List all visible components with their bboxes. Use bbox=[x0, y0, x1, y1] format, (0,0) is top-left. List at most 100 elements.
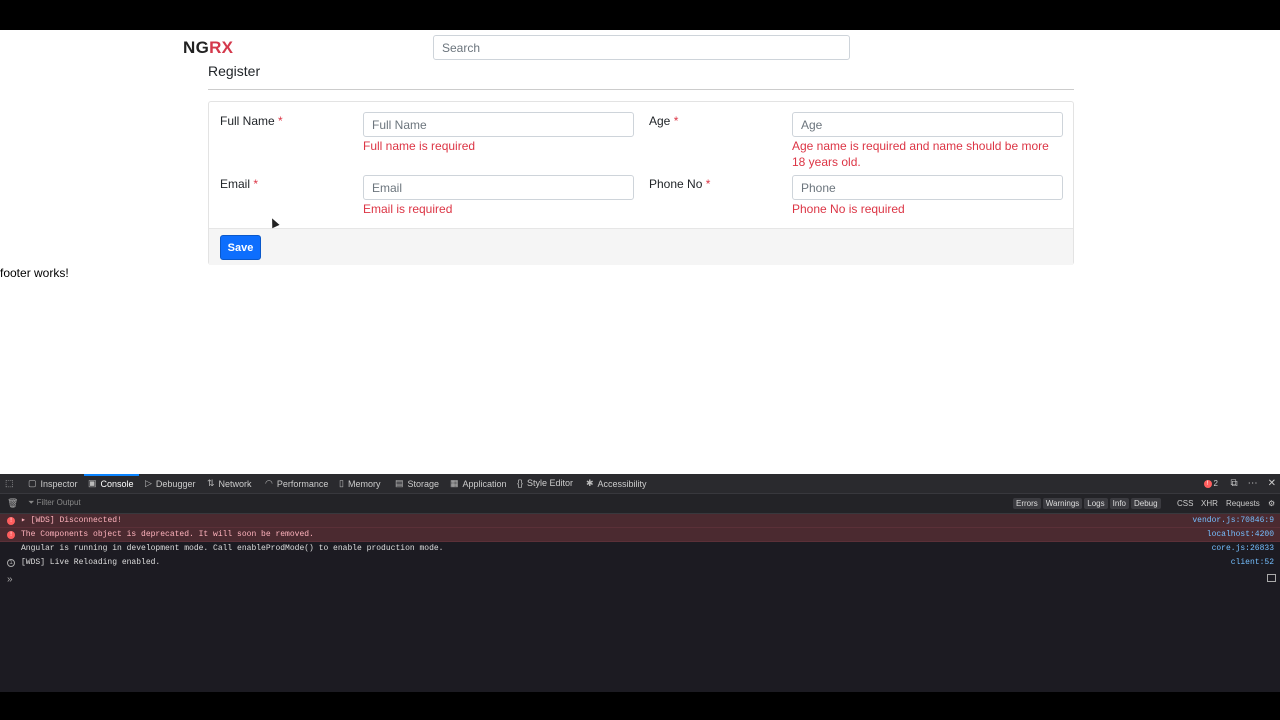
filter-css-button[interactable]: CSS bbox=[1177, 499, 1193, 508]
tab-label: Storage bbox=[407, 478, 440, 489]
email-label-text: Email bbox=[220, 177, 251, 191]
inspector-icon: ▢ bbox=[28, 478, 37, 488]
log-message: [WDS] Live Reloading enabled. bbox=[21, 558, 161, 567]
age-error: Age name is required and name should be … bbox=[792, 139, 1049, 169]
error-count: 2 bbox=[1213, 479, 1218, 488]
email-input[interactable] bbox=[363, 175, 634, 200]
page-title: Register bbox=[208, 63, 261, 79]
funnel-icon: ⏷ bbox=[28, 498, 35, 507]
expand-arrow-icon[interactable]: ▸ bbox=[21, 516, 26, 525]
tab-inspector[interactable]: ▢ Inspector bbox=[28, 478, 78, 489]
console-filter-bar: 🗑 ⏷ Filter Output Errors Warnings Logs I… bbox=[0, 494, 1280, 514]
debugger-icon: ▷ bbox=[145, 478, 152, 488]
tab-performance[interactable]: ◠ Performance bbox=[265, 478, 328, 489]
element-picker-icon[interactable]: ⬚ bbox=[5, 478, 14, 489]
memory-icon: ▯ bbox=[339, 478, 344, 488]
filter-warnings-button[interactable]: Warnings bbox=[1042, 498, 1083, 509]
tab-application[interactable]: ▦ Application bbox=[450, 478, 507, 489]
tab-network[interactable]: ⇅ Network bbox=[207, 478, 252, 489]
style-editor-icon: {} bbox=[517, 478, 524, 488]
filter-logs-button[interactable]: Logs bbox=[1084, 498, 1108, 509]
console-prompt-icon[interactable]: » bbox=[7, 574, 13, 585]
settings-gear-icon[interactable]: ⚙ bbox=[1268, 499, 1275, 508]
split-console-icon[interactable] bbox=[1267, 574, 1276, 582]
tab-label: Performance bbox=[276, 478, 329, 489]
console-log-row[interactable]: Angular is running in development mode. … bbox=[0, 542, 1280, 556]
brand-logo-rx: RX bbox=[209, 38, 234, 57]
info-icon: i bbox=[7, 559, 15, 567]
email-label: Email * bbox=[220, 177, 258, 191]
full-name-input[interactable] bbox=[363, 112, 634, 137]
tab-console[interactable]: ▣ Console bbox=[88, 478, 134, 489]
required-mark: * bbox=[253, 177, 259, 191]
log-message: The Components object is deprecated. It … bbox=[21, 530, 314, 539]
filter-debug-button[interactable]: Debug bbox=[1130, 498, 1161, 509]
window-bottom-bar bbox=[0, 692, 1280, 720]
filter-xhr-button[interactable]: XHR bbox=[1201, 499, 1218, 508]
age-label-text: Age bbox=[649, 114, 671, 128]
error-icon: ! bbox=[7, 531, 15, 539]
tab-label: Accessibility bbox=[597, 478, 647, 489]
filter-errors-button[interactable]: Errors bbox=[1013, 498, 1041, 509]
performance-icon: ◠ bbox=[265, 478, 273, 488]
email-error: Email is required bbox=[363, 202, 453, 216]
tab-label: Console bbox=[100, 478, 134, 489]
error-icon: ! bbox=[1203, 479, 1212, 488]
filter-placeholder: Filter Output bbox=[36, 498, 81, 507]
full-name-error: Full name is required bbox=[363, 139, 476, 153]
log-source-link[interactable]: localhost:4200 bbox=[1207, 528, 1274, 542]
web-page: NGRX Register Full Name * Full name is r… bbox=[0, 30, 1280, 474]
tab-style-editor[interactable]: {} Style Editor bbox=[517, 478, 573, 488]
log-source-link[interactable]: client:52 bbox=[1231, 556, 1274, 570]
devtools-window-controls: ⧉ ⋯ ✕ bbox=[1230, 478, 1276, 489]
dock-icon[interactable]: ⧉ bbox=[1230, 478, 1237, 489]
close-icon[interactable]: ✕ bbox=[1268, 478, 1276, 489]
footer-text: footer works! bbox=[0, 266, 69, 280]
devtools-panel: ⬚ ▢ Inspector ▣ Console ▷ Debugger ⇅ Network… bbox=[0, 474, 1280, 692]
devtools-tab-bar: ⬚ ▢ Inspector ▣ Console ▷ Debugger ⇅ Network… bbox=[0, 474, 1280, 494]
log-message: [WDS] Disconnected! bbox=[30, 516, 122, 525]
brand-logo[interactable]: NGRX bbox=[183, 38, 233, 58]
accessibility-icon: ✱ bbox=[586, 478, 594, 488]
register-form-card: Full Name * Full name is required Age * … bbox=[208, 101, 1074, 265]
brand-logo-ng: NG bbox=[183, 38, 210, 57]
log-message: Angular is running in development mode. … bbox=[21, 544, 444, 553]
phone-label-text: Phone No bbox=[649, 177, 703, 191]
tab-label: Inspector bbox=[40, 478, 78, 489]
log-message-wrap: ▸ [WDS] Disconnected! bbox=[21, 514, 122, 528]
full-name-label-text: Full Name bbox=[220, 114, 275, 128]
more-options-icon[interactable]: ⋯ bbox=[1248, 478, 1258, 489]
network-icon: ⇅ bbox=[207, 478, 215, 488]
filter-info-button[interactable]: Info bbox=[1109, 498, 1129, 509]
tab-label: Style Editor bbox=[527, 478, 574, 488]
error-icon: ! bbox=[7, 517, 15, 525]
storage-icon: ▤ bbox=[395, 478, 404, 488]
form-footer: Save bbox=[209, 228, 1073, 265]
error-count-badge[interactable]: ! 2 bbox=[1203, 479, 1218, 488]
save-button[interactable]: Save bbox=[220, 235, 261, 260]
log-source-link[interactable]: vendor.js:70846:9 bbox=[1192, 514, 1274, 528]
tab-label: Application bbox=[462, 478, 507, 489]
tab-storage[interactable]: ▤ Storage bbox=[395, 478, 439, 489]
age-input[interactable] bbox=[792, 112, 1063, 137]
log-level-filters: Errors Warnings Logs Info Debug bbox=[1013, 498, 1161, 509]
filter-requests-button[interactable]: Requests bbox=[1226, 499, 1260, 508]
console-log-row[interactable]: ! ▸ [WDS] Disconnected! vendor.js:70846:… bbox=[0, 514, 1280, 528]
window-top-bar bbox=[0, 0, 1280, 30]
trash-icon[interactable]: 🗑 bbox=[7, 498, 18, 509]
age-label: Age * bbox=[649, 114, 678, 128]
required-mark: * bbox=[673, 114, 679, 128]
console-log-row[interactable]: ! The Components object is deprecated. I… bbox=[0, 528, 1280, 542]
phone-input[interactable] bbox=[792, 175, 1063, 200]
required-mark: * bbox=[278, 114, 283, 128]
divider bbox=[208, 89, 1074, 90]
tab-accessibility[interactable]: ✱ Accessibility bbox=[586, 478, 647, 489]
filter-output-input[interactable]: ⏷ Filter Output bbox=[28, 498, 81, 508]
search-input[interactable] bbox=[433, 35, 850, 60]
tab-memory[interactable]: ▯ Memory bbox=[339, 478, 380, 489]
log-source-link[interactable]: core.js:26833 bbox=[1212, 542, 1274, 556]
console-log-row[interactable]: i [WDS] Live Reloading enabled. client:5… bbox=[0, 556, 1280, 570]
tab-label: Network bbox=[218, 478, 252, 489]
phone-label: Phone No * bbox=[649, 177, 710, 191]
tab-debugger[interactable]: ▷ Debugger bbox=[145, 478, 195, 489]
